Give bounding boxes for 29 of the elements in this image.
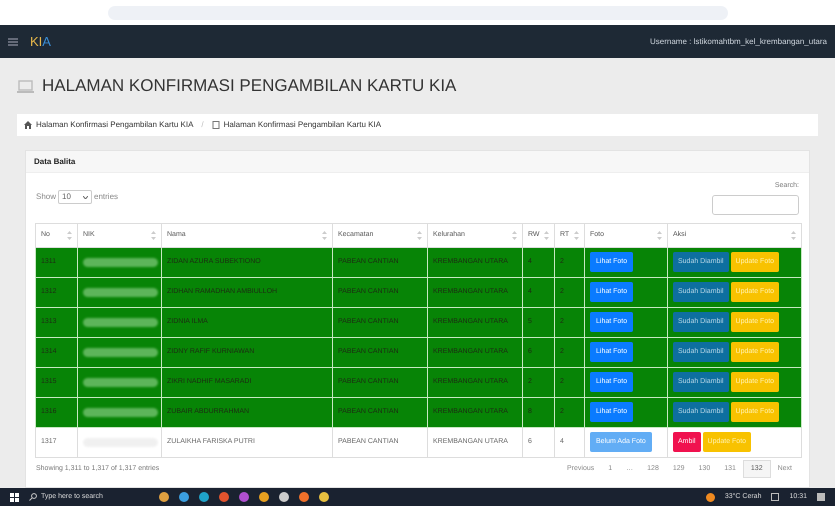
- breadcrumb-current: Halaman Konfirmasi Pengambilan Kartu KIA: [224, 119, 382, 131]
- windows-start-icon[interactable]: [10, 492, 19, 502]
- username-label: Username : lstikomahtbm_kel_krembangan_utara: [650, 36, 827, 48]
- weather-icon: [706, 492, 715, 502]
- brand-logo: KIA: [30, 32, 51, 51]
- sort-icon: [512, 230, 517, 240]
- sort-icon: [67, 230, 72, 240]
- entries-select[interactable]: 10: [58, 190, 92, 204]
- breadcrumb-separator: /: [200, 119, 205, 131]
- menu-icon[interactable]: [8, 38, 18, 46]
- sort-icon: [322, 230, 327, 240]
- page-icon: [212, 121, 220, 129]
- search-field[interactable]: [712, 194, 799, 214]
- search-icon: [29, 493, 37, 501]
- entries-label: entries: [94, 191, 118, 203]
- sort-icon: [657, 230, 662, 240]
- breadcrumb-link[interactable]: Halaman Konfirmasi Pengambilan Kartu KIA: [36, 119, 194, 131]
- sort-icon: [151, 230, 156, 240]
- laptop-icon: [17, 80, 34, 92]
- page-title: HALAMAN KONFIRMASI PENGAMBILAN KARTU KIA: [42, 75, 456, 98]
- chevron-down-icon: [83, 196, 88, 198]
- sort-icon: [574, 230, 579, 240]
- show-label: Show: [36, 191, 56, 203]
- tray-icon: [771, 493, 780, 501]
- card-title: Data Balita: [34, 156, 76, 168]
- sort-icon: [544, 230, 549, 240]
- home-icon: [24, 121, 32, 129]
- sort-icon: [417, 230, 422, 240]
- sort-icon: [791, 230, 796, 240]
